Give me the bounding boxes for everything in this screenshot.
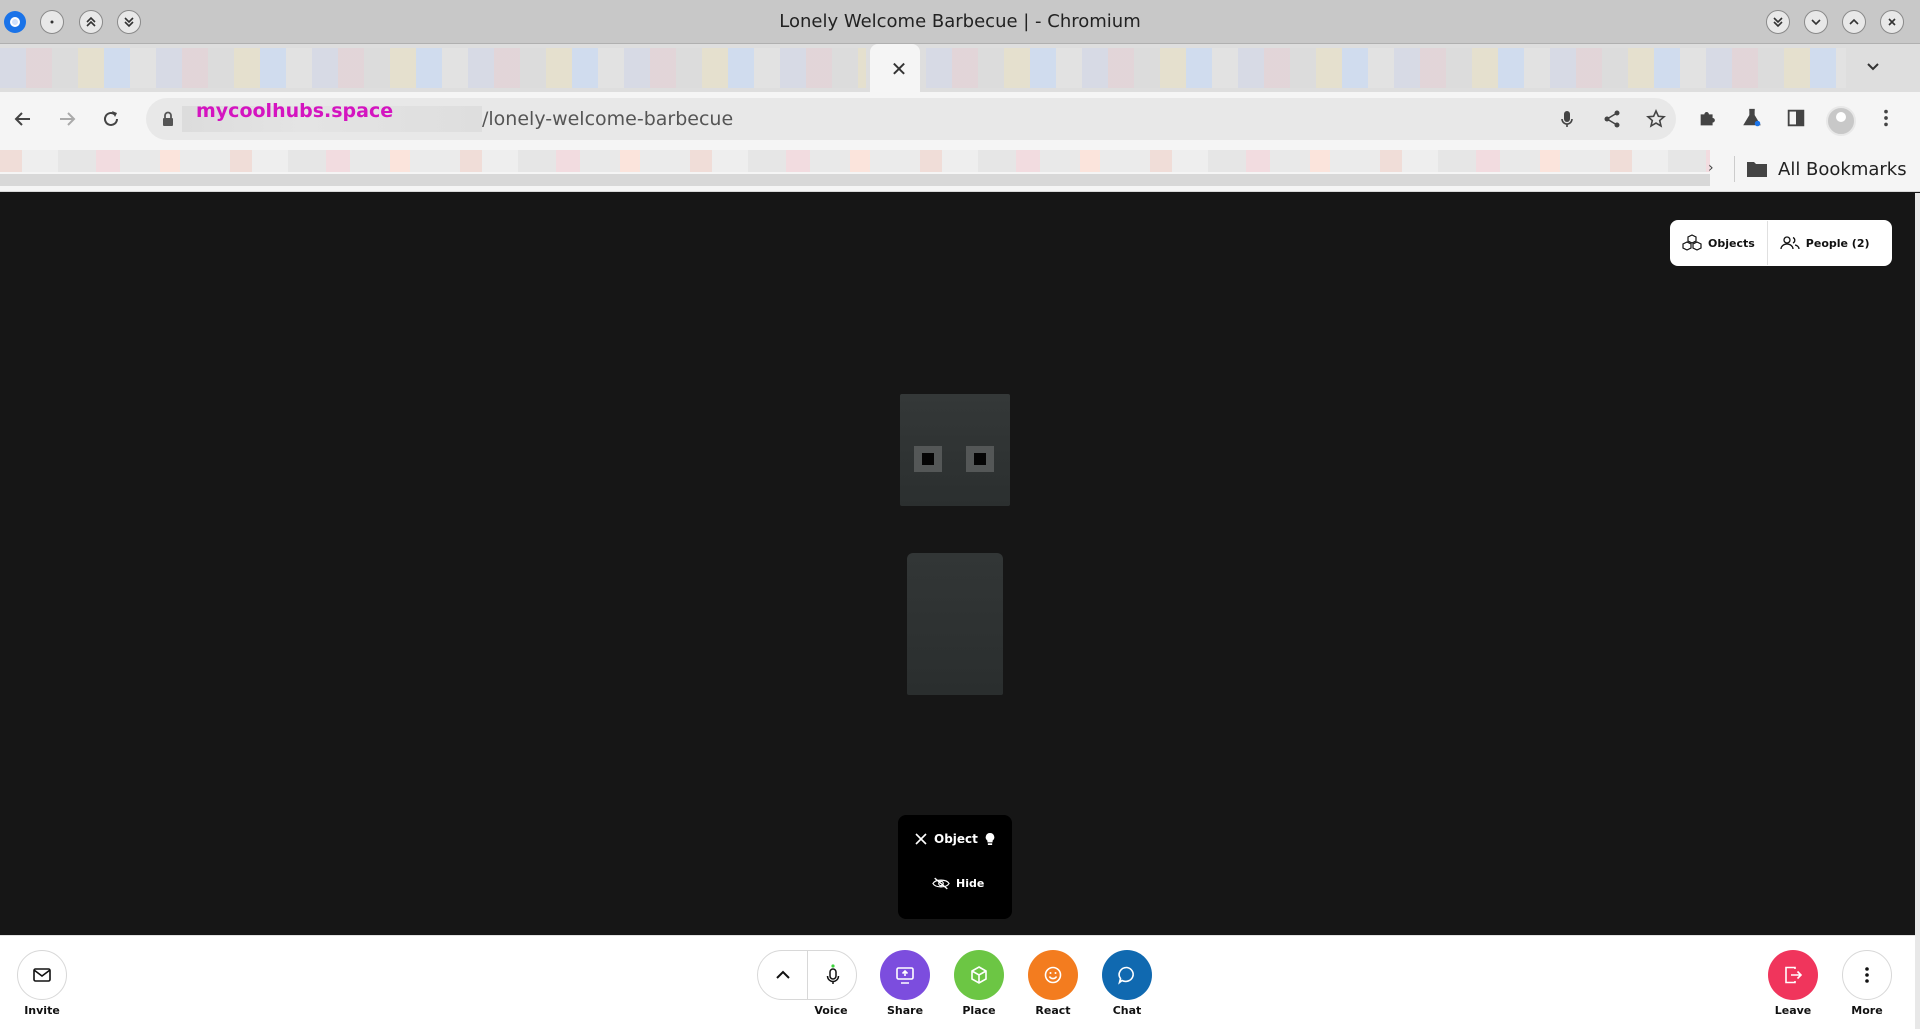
close-icon	[1888, 18, 1896, 26]
lightbulb-icon	[985, 833, 995, 845]
object-menu-title: Object	[934, 832, 978, 846]
window-title: Lonely Welcome Barbecue | - Chromium	[779, 11, 1141, 32]
voice-label: Voice	[814, 1004, 848, 1017]
invite-label: Invite	[24, 1004, 60, 1017]
back-button[interactable]	[8, 104, 38, 134]
people-label: People (2)	[1805, 236, 1870, 250]
bookmarks-overflow-button[interactable]: ›	[1708, 160, 1714, 176]
labs-button[interactable]	[1740, 106, 1764, 130]
chat-button[interactable]	[1102, 950, 1152, 1000]
maximize-button[interactable]	[1842, 10, 1866, 34]
lock-icon[interactable]	[160, 110, 176, 128]
react-button[interactable]	[1028, 950, 1078, 1000]
chevron-down-icon	[1811, 19, 1821, 26]
double-chevron-down-icon	[1773, 17, 1783, 28]
chevron-up-icon	[1849, 18, 1859, 25]
react-label: React	[1035, 1004, 1071, 1017]
close-window-button[interactable]	[1880, 10, 1904, 34]
hide-object-button[interactable]: Hide	[932, 873, 984, 893]
url-path: /lonely-welcome-barbecue	[482, 108, 734, 130]
hide-label: Hide	[956, 876, 985, 890]
chevron-down-icon	[1867, 63, 1879, 71]
window-title-bar: Lonely Welcome Barbecue | - Chromium	[0, 0, 1920, 44]
chevron-up-icon	[775, 970, 790, 979]
puzzle-icon	[1700, 112, 1715, 126]
share-screen-button[interactable]	[880, 950, 930, 1000]
scene-top-panel: Objects People (2)	[1670, 220, 1892, 266]
reload-icon	[104, 111, 118, 126]
tab-close-button[interactable]: ✕	[888, 58, 910, 80]
objects-button[interactable]: Objects	[1670, 220, 1767, 266]
reload-button[interactable]	[96, 104, 126, 134]
folder-icon	[1747, 162, 1767, 177]
place-label: Place	[962, 1004, 996, 1017]
all-bookmarks-label: All Bookmarks	[1778, 158, 1907, 180]
microphone-icon	[826, 964, 839, 984]
bookmark-star-icon[interactable]	[1645, 108, 1667, 130]
screen-share-icon	[896, 967, 914, 984]
all-bookmarks-button[interactable]: All Bookmarks	[1746, 156, 1907, 182]
side-panel-icon	[1787, 109, 1805, 127]
share-label: Share	[886, 1004, 924, 1017]
browser-menu-button[interactable]	[1874, 106, 1898, 130]
chat-label: Chat	[1112, 1004, 1142, 1017]
audio-settings-toggle[interactable]	[758, 951, 807, 999]
avatar-body[interactable]	[907, 553, 1003, 695]
scrollbar[interactable]	[1915, 193, 1920, 1029]
envelope-icon	[33, 968, 51, 982]
url-host: mycoolhubs.space	[196, 100, 394, 122]
minimize-button[interactable]	[1804, 10, 1828, 34]
microphone-icon[interactable]	[1556, 108, 1578, 130]
avatar-head[interactable]	[900, 394, 1010, 506]
tab-search-button[interactable]	[1862, 56, 1884, 78]
cube-icon	[971, 966, 987, 984]
more-label: More	[1851, 1004, 1883, 1017]
side-panel-button[interactable]	[1784, 106, 1808, 130]
arrow-right-icon	[60, 112, 76, 126]
place-object-button[interactable]	[954, 950, 1004, 1000]
object-menu-header: Object	[914, 829, 996, 849]
eye-slash-icon	[932, 877, 950, 889]
bookmarks-bar: › All Bookmarks	[0, 146, 1920, 192]
extensions-button[interactable]	[1696, 106, 1720, 130]
address-bar[interactable]: mycoolhubs.space /lonely-welcome-barbecu…	[146, 98, 1676, 140]
profile-avatar[interactable]	[1826, 106, 1856, 136]
bookmarks-obscured[interactable]	[0, 150, 1710, 172]
tabs-obscured-right[interactable]	[926, 48, 1846, 88]
tabs-obscured[interactable]	[0, 48, 866, 88]
more-options-button[interactable]	[1842, 950, 1892, 1000]
smiley-icon	[1044, 966, 1062, 984]
invite-button[interactable]	[17, 950, 67, 1000]
leave-label: Leave	[1774, 1004, 1812, 1017]
chat-bubble-icon	[1118, 966, 1134, 985]
avatar-left-eye	[914, 446, 942, 472]
voice-controls	[757, 950, 857, 1000]
cubes-icon	[1682, 234, 1702, 251]
forward-button[interactable]	[52, 104, 82, 134]
share-icon[interactable]	[1601, 108, 1623, 130]
close-icon[interactable]	[914, 832, 928, 846]
objects-label: Objects	[1708, 236, 1755, 250]
object-context-menu: Object Hide	[898, 815, 1012, 919]
exit-door-icon	[1785, 966, 1803, 984]
tab-strip	[0, 44, 1920, 92]
avatar-right-eye	[966, 446, 994, 472]
leave-room-button[interactable]	[1768, 950, 1818, 1000]
bookmarks-divider	[1734, 156, 1735, 182]
people-button[interactable]: People (2)	[1768, 220, 1882, 266]
browser-toolbar: mycoolhubs.space /lonely-welcome-barbecu…	[0, 92, 1920, 146]
flask-icon	[1743, 108, 1761, 127]
kebab-menu-icon	[1884, 109, 1888, 127]
mute-microphone-button[interactable]	[808, 951, 857, 999]
shade-button[interactable]	[1766, 10, 1790, 34]
people-icon	[1780, 236, 1800, 250]
arrow-left-icon	[14, 112, 30, 126]
bookmarks-obscured-row	[0, 174, 1710, 186]
kebab-menu-icon	[1865, 967, 1869, 983]
